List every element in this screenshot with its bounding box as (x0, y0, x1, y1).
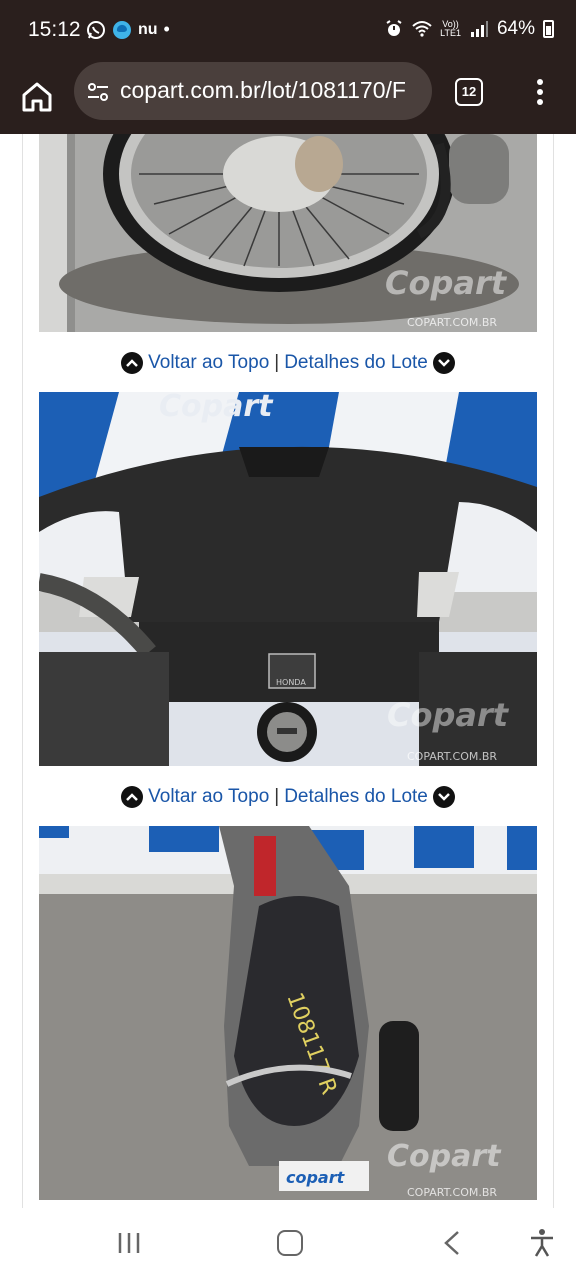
photo-2-watermark: Copart (387, 696, 510, 734)
honda-badge-text: HONDA (276, 678, 306, 687)
home-nav-icon[interactable] (277, 1230, 303, 1256)
volte-lte-label: Vo)) LTE1 (440, 19, 461, 38)
photo-3-watermark-sub: COPART.COM.BR (407, 1186, 497, 1199)
lot-photo-gallery: Copart COPART.COM.BR Voltar ao Topo | De… (0, 134, 576, 1208)
backdrop-logo-text: Copart (159, 392, 274, 424)
dashboard-photo-image: Copart Copart HONDA Copart COPART.COM.BR (39, 392, 537, 766)
lot-nav-row-1: Voltar ao Topo | Detalhes do Lote (0, 348, 576, 378)
chevron-down-icon[interactable] (432, 786, 455, 808)
back-to-top-link[interactable]: Voltar ao Topo (148, 786, 269, 808)
battery-percent: 64% (496, 18, 535, 39)
nav-separator: | (274, 352, 280, 373)
system-icons: Vo)) LTE1 64% (384, 18, 554, 40)
more-notifications-dot: • (163, 19, 170, 39)
wifi-icon (412, 21, 432, 37)
photo-2-watermark-sub: COPART.COM.BR (407, 750, 497, 763)
address-bar[interactable]: copart.com.br/lot/1081170/F (74, 62, 432, 120)
browser-toolbar: copart.com.br/lot/1081170/F 12 (0, 62, 576, 134)
edge-browser-icon (113, 20, 131, 39)
back-to-top-link[interactable]: Voltar ao Topo (148, 352, 269, 374)
lot-nav-row-2: Voltar ao Topo | Detalhes do Lote (0, 782, 576, 812)
back-icon[interactable] (440, 1230, 464, 1256)
lot-photo-3[interactable]: 108117 R copart Copart COPART.COM.BR (39, 826, 537, 1200)
chevron-down-icon[interactable] (432, 352, 455, 374)
lot-details-link[interactable]: Detalhes do Lote (284, 352, 428, 374)
battery-icon (543, 20, 554, 38)
lot-details-link[interactable]: Detalhes do Lote (284, 786, 428, 808)
more-options-icon[interactable] (530, 76, 550, 108)
tab-switcher-button[interactable]: 12 (455, 78, 483, 106)
url-text[interactable]: copart.com.br/lot/1081170/F (120, 77, 420, 104)
site-settings-icon[interactable] (86, 80, 110, 104)
nu-bank-icon: nu (138, 20, 158, 38)
alarm-icon (386, 20, 402, 36)
chevron-up-icon[interactable] (121, 786, 144, 808)
seat-photo-image: 108117 R copart Copart COPART.COM.BR (39, 826, 537, 1200)
plate-logo: copart (286, 1168, 346, 1187)
accessibility-icon[interactable] (528, 1228, 556, 1258)
recent-apps-icon[interactable] (116, 1230, 142, 1256)
photo-3-watermark: Copart (387, 1139, 502, 1174)
photo-1-watermark-sub: COPART.COM.BR (407, 316, 497, 329)
lot-photo-2[interactable]: Copart Copart HONDA Copart COPART.COM.BR (39, 392, 537, 766)
notification-icons: nu • (86, 19, 170, 40)
wheel-photo-image: Copart COPART.COM.BR (39, 134, 537, 332)
chevron-up-icon[interactable] (121, 352, 144, 374)
whatsapp-icon (87, 20, 105, 39)
status-time: 15:12 (28, 18, 81, 41)
home-icon[interactable] (18, 78, 56, 116)
nav-separator: | (274, 786, 280, 807)
signal-icon (470, 21, 488, 37)
status-bar: 15:12 nu • Vo)) LTE1 64% (0, 0, 576, 62)
photo-1-watermark: Copart (385, 264, 508, 302)
lot-photo-1[interactable]: Copart COPART.COM.BR (39, 134, 537, 332)
system-navigation-bar (0, 1208, 576, 1280)
